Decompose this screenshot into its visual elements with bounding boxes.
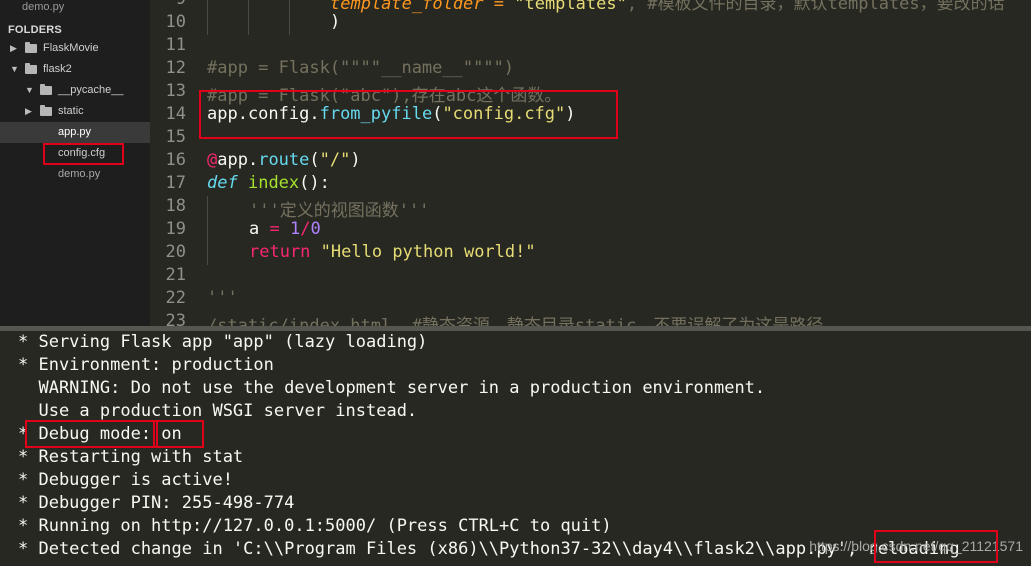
code-token: 0 <box>310 219 321 239</box>
sidebar-item-flask2[interactable]: ▼ flask2 <box>0 59 150 80</box>
indent-guide <box>207 0 208 35</box>
code-line-16: @app.route("/") <box>207 150 361 170</box>
sidebar-item-label: __pycache__ <box>58 84 124 96</box>
code-line-23: /static/index.html #静态资源，静态目录static，不要误解… <box>207 316 824 326</box>
line-number: 11 <box>165 35 186 55</box>
sidebar-item-demo-py[interactable]: demo.py <box>0 164 150 185</box>
code-token: / <box>300 219 311 239</box>
code-line-19: a = 1/0 <box>249 219 321 239</box>
console-line: * Running on http://127.0.0.1:5000/ (Pre… <box>18 516 612 536</box>
code-token: "Hello python world!" <box>320 242 536 262</box>
indent-guide <box>248 0 249 35</box>
sidebar-item-label: app.py <box>58 126 92 138</box>
sidebar-item-pycache[interactable]: ▼ __pycache__ <box>0 80 150 101</box>
console-line: Use a production WSGI server instead. <box>18 401 418 421</box>
line-number: 21 <box>165 265 186 285</box>
console-line: WARNING: Do not use the development serv… <box>18 378 766 398</box>
code-token: (): <box>299 173 330 193</box>
code-token: = <box>269 219 280 239</box>
sidebar-item-label: static <box>58 105 84 117</box>
code-token: app. <box>217 150 259 170</box>
code-token: index <box>247 173 300 193</box>
line-number: 9 <box>150 0 186 9</box>
line-number: 20 <box>165 242 186 262</box>
console-line: * Restarting with stat <box>18 447 244 467</box>
code-editor[interactable]: 9 10 11 12 13 14 15 16 17 18 19 20 21 22… <box>150 0 1031 326</box>
chevron-right-icon: ▶ <box>25 106 32 116</box>
code-token: ) <box>350 150 361 170</box>
chevron-down-icon: ▼ <box>10 64 19 74</box>
line-number: 10 <box>165 12 186 32</box>
console-line: * Serving Flask app "app" (lazy loading) <box>18 332 428 352</box>
console-line: * Debugger is active! <box>18 470 233 490</box>
code-line-10: ) <box>330 12 341 32</box>
folder-open-icon <box>25 63 37 74</box>
code-line-20: return "Hello python world!" <box>249 242 536 262</box>
code-token: , #模板文件的目录，默认templates，要改的话 <box>626 0 1005 14</box>
chevron-down-icon: ▼ <box>25 85 34 95</box>
sidebar-item-static[interactable]: ▶ static <box>0 101 150 122</box>
chevron-right-icon: ▶ <box>10 43 17 53</box>
line-number: 17 <box>165 173 186 193</box>
code-token: "templates" <box>514 0 627 14</box>
highlight-box-config-line <box>199 90 618 139</box>
sidebar-item-label: FlaskMovie <box>43 42 99 54</box>
line-number: 18 <box>165 196 186 216</box>
code-token: def <box>207 173 238 193</box>
line-number: 23 <box>165 311 186 326</box>
code-token: ( <box>309 150 320 170</box>
line-number: 14 <box>165 104 186 124</box>
sidebar-item-label: flask2 <box>43 63 72 75</box>
line-number: 15 <box>165 127 186 147</box>
folder-icon <box>40 105 52 116</box>
console-line: * Environment: production <box>18 355 274 375</box>
line-number: 12 <box>165 58 186 78</box>
line-number: 16 <box>165 150 186 170</box>
sidebar-header: FOLDERS <box>8 24 62 36</box>
line-number: 13 <box>165 81 186 101</box>
code-line-22: ''' <box>207 288 238 308</box>
code-token: template_folder = <box>330 0 515 14</box>
folder-icon <box>25 42 37 53</box>
highlight-box-debug-on <box>153 420 204 448</box>
code-line-12: #app = Flask(""""__name__"""") <box>207 58 515 78</box>
line-number: 22 <box>165 288 186 308</box>
code-token: a <box>249 219 270 239</box>
sidebar-item-demo-top[interactable]: demo.py <box>22 1 64 13</box>
sidebar-item-label: demo.py <box>58 168 101 180</box>
indent-guide <box>289 0 290 35</box>
sidebar-item-app-py[interactable]: app.py <box>0 122 150 143</box>
code-token: 1 <box>289 219 301 239</box>
line-number-gutter: 9 10 11 12 13 14 15 16 17 18 19 20 21 22… <box>150 0 200 326</box>
highlight-box-config-cfg <box>43 143 124 165</box>
folder-open-icon <box>40 84 52 95</box>
sidebar-item-flaskmovie[interactable]: ▶ FlaskMovie <box>0 38 150 59</box>
console-output[interactable]: * Serving Flask app "app" (lazy loading)… <box>0 331 1031 566</box>
console-line: * Debugger PIN: 255-498-774 <box>18 493 295 513</box>
code-token: route <box>258 150 310 170</box>
code-token: "/" <box>319 150 351 170</box>
code-line-18: '''定义的视图函数''' <box>249 201 430 221</box>
highlight-box-reloading <box>874 530 998 563</box>
code-token: return <box>249 242 311 262</box>
highlight-box-debug-mode <box>25 420 158 448</box>
code-token: @ <box>207 150 218 170</box>
line-number: 19 <box>165 219 186 239</box>
indent-guide <box>207 196 208 265</box>
sidebar: demo.py FOLDERS ▶ FlaskMovie ▼ flask2 ▼ … <box>0 0 150 326</box>
code-line-17: def index(): <box>207 173 330 193</box>
code-line-9: template_folder = "templates", #模板文件的目录，… <box>330 0 1005 14</box>
